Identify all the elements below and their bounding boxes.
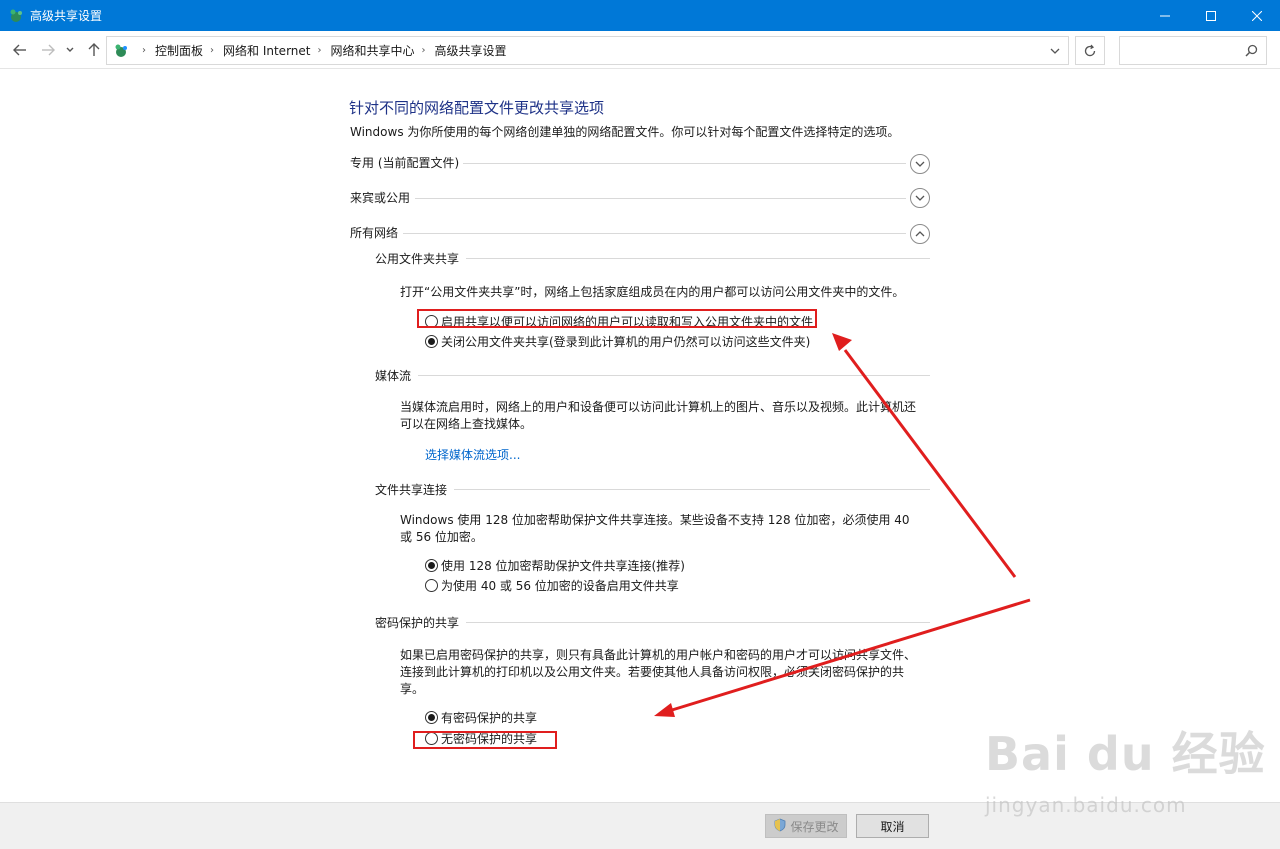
divider (418, 375, 930, 376)
save-changes-button[interactable]: 保存更改 (765, 814, 847, 838)
public-folder-off-radio[interactable]: 关闭公用文件夹共享(登录到此计算机的用户仍然可以访问这些文件夹) (425, 333, 810, 350)
chevron-down-icon (66, 47, 74, 52)
search-icon (1245, 44, 1258, 60)
public-folder-title: 公用文件夹共享 (375, 252, 460, 266)
cancel-label: 取消 (880, 819, 905, 834)
password-description: 如果已启用密码保护的共享，则只有具备此计算机的用户帐户和密码的用户才可以访问共享… (400, 648, 917, 696)
password-title: 密码保护的共享 (375, 616, 460, 630)
annotation-highlight-box (417, 309, 817, 328)
page-description: Windows 为你所使用的每个网络创建单独的网络配置文件。你可以针对每个配置文… (350, 125, 900, 139)
close-icon (1252, 10, 1262, 21)
title-bar: 高级共享设置 (0, 0, 1280, 31)
maximize-icon (1206, 10, 1216, 21)
radio-button[interactable] (425, 559, 438, 572)
close-button[interactable] (1234, 0, 1280, 31)
breadcrumb-network-internet[interactable]: 网络和 Internet (223, 42, 310, 59)
chevron-up-icon (915, 231, 925, 237)
minimize-button[interactable] (1142, 0, 1188, 31)
divider (454, 489, 930, 490)
main-content: 针对不同的网络配置文件更改共享选项 Windows 为你所使用的每个网络创建单独… (0, 70, 1280, 802)
media-title: 媒体流 (375, 369, 412, 383)
profile-private-header[interactable]: 专用 (当前配置文件) (350, 154, 459, 171)
breadcrumb-separator: › (317, 45, 322, 56)
forward-button[interactable] (38, 40, 58, 60)
up-button[interactable] (84, 40, 104, 60)
profile-guest-header[interactable]: 来宾或公用 (350, 189, 410, 206)
network-icon (8, 8, 24, 24)
media-options-link[interactable]: 选择媒体流选项... (425, 446, 520, 463)
uac-shield-icon (773, 818, 787, 835)
file-sharing-title: 文件共享连接 (375, 483, 448, 497)
back-button[interactable] (10, 40, 30, 60)
radio-button[interactable] (425, 711, 438, 724)
radio-label: 有密码保护的共享 (441, 711, 538, 725)
divider (463, 163, 906, 164)
file-sharing-description: Windows 使用 128 位加密帮助保护文件共享连接。某些设备不支持 128… (400, 513, 910, 544)
address-bar[interactable]: › 控制面板 › 网络和 Internet › 网络和共享中心 › 高级共享设置 (106, 36, 1069, 65)
annotation-highlight-box (413, 731, 557, 749)
encryption-40-56-radio[interactable]: 为使用 40 或 56 位加密的设备启用文件共享 (425, 577, 679, 594)
encryption-128-radio[interactable]: 使用 128 位加密帮助保护文件共享连接(推荐) (425, 557, 685, 574)
radio-label: 使用 128 位加密帮助保护文件共享连接(推荐) (441, 559, 685, 573)
divider (466, 258, 930, 259)
arrow-up-icon (88, 43, 100, 56)
profile-private-label: 专用 (当前配置文件) (350, 156, 460, 170)
recent-locations-button[interactable] (63, 40, 77, 60)
chevron-down-icon (1050, 48, 1060, 54)
breadcrumb-separator: › (142, 45, 146, 56)
profile-guest-label: 来宾或公用 (350, 191, 411, 205)
profile-all-label: 所有网络 (350, 226, 399, 240)
breadcrumb-control-panel[interactable]: 控制面板 (155, 42, 203, 59)
expand-private-button[interactable] (910, 154, 930, 174)
breadcrumb-network-sharing-center[interactable]: 网络和共享中心 (330, 42, 414, 59)
divider (403, 233, 906, 234)
public-folder-description: 打开“公用文件夹共享”时，网络上包括家庭组成员在内的用户都可以访问公用文件夹中的… (400, 285, 905, 299)
breadcrumb-separator: › (210, 45, 215, 56)
search-box[interactable] (1119, 36, 1267, 65)
arrow-left-icon (13, 44, 26, 56)
profile-all-header[interactable]: 所有网络 (350, 224, 398, 241)
divider (415, 198, 906, 199)
chevron-down-icon (915, 195, 925, 201)
window-title: 高级共享设置 (30, 9, 103, 23)
arrow-right-icon (42, 44, 55, 56)
media-description: 当媒体流启用时，网络上的用户和设备便可以访问此计算机上的图片、音乐以及视频。此计… (400, 400, 917, 431)
radio-label: 为使用 40 或 56 位加密的设备启用文件共享 (441, 579, 679, 593)
radio-button[interactable] (425, 579, 438, 592)
radio-label: 关闭公用文件夹共享(登录到此计算机的用户仍然可以访问这些文件夹) (441, 335, 811, 349)
minimize-icon (1160, 15, 1170, 16)
password-on-radio[interactable]: 有密码保护的共享 (425, 709, 537, 726)
radio-button[interactable] (425, 335, 438, 348)
address-history-button[interactable] (1048, 44, 1062, 58)
divider (466, 622, 930, 623)
chevron-down-icon (915, 161, 925, 167)
breadcrumb-advanced-sharing[interactable]: 高级共享设置 (435, 42, 507, 59)
control-panel-icon (113, 43, 129, 59)
cancel-button[interactable]: 取消 (856, 814, 929, 838)
page-title: 针对不同的网络配置文件更改共享选项 (349, 99, 605, 117)
save-changes-label: 保存更改 (790, 819, 839, 834)
refresh-icon (1084, 44, 1096, 56)
footer-bar: 保存更改 取消 (0, 802, 1280, 849)
collapse-all-button[interactable] (910, 224, 930, 244)
expand-guest-button[interactable] (910, 188, 930, 208)
search-input[interactable] (1120, 37, 1240, 64)
breadcrumb-separator: › (421, 45, 426, 56)
refresh-button[interactable] (1075, 36, 1105, 65)
navigation-bar: › 控制面板 › 网络和 Internet › 网络和共享中心 › 高级共享设置 (0, 31, 1280, 69)
maximize-button[interactable] (1188, 0, 1234, 31)
